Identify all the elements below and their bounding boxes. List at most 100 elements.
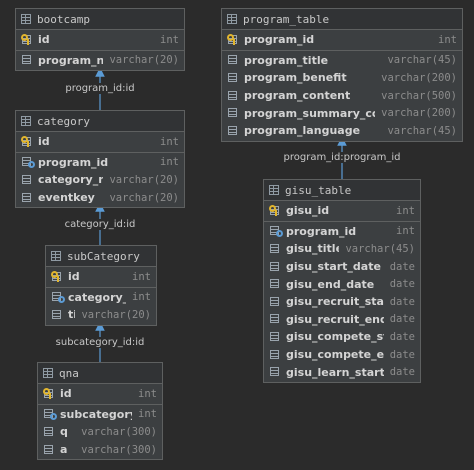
column-icon <box>269 313 283 325</box>
column-type: varchar(500) <box>381 89 457 102</box>
primary-key-section: id int <box>16 132 184 153</box>
column-name: program_id <box>286 224 357 238</box>
table-name: gisu_table <box>285 183 352 197</box>
column-row[interactable]: gisu_id int <box>264 202 420 220</box>
primary-key-section: gisu_id int <box>264 201 420 222</box>
primary-key-section: id int <box>16 30 184 51</box>
column-row[interactable]: title varchar(20) <box>46 306 156 324</box>
columns-section: category_id int title varchar(20) <box>46 288 156 325</box>
column-row[interactable]: id int <box>16 31 184 49</box>
column-row[interactable]: gisu_compete_start date <box>264 328 420 346</box>
columns-section: program_id int gisu_title varchar(45) gisu_s… <box>264 222 420 382</box>
column-row[interactable]: eventkey varchar(20) <box>16 189 184 207</box>
primary-key-icon <box>21 135 35 148</box>
table-gisu-table[interactable]: gisu_table gisu_id int program_id int gisu_ti… <box>263 179 421 383</box>
column-row[interactable]: gisu_compete_end date <box>264 346 420 364</box>
column-row[interactable]: category_name varchar(20) <box>16 171 184 189</box>
column-icon <box>21 54 35 66</box>
column-type: varchar(300) <box>81 443 157 456</box>
table-name: category <box>37 114 90 128</box>
column-type: date <box>389 366 415 379</box>
column-icon <box>51 309 65 321</box>
table-category[interactable]: category idint program_idintcategory_name v… <box>15 110 185 209</box>
table-bootcamp[interactable]: bootcamp id int program_name varchar(20) <box>15 8 185 72</box>
column-type: varchar(300) <box>81 425 157 438</box>
column-name: subcategory_id <box>60 407 132 421</box>
column-icon <box>43 444 57 456</box>
column-row[interactable]: category_id int <box>46 289 156 307</box>
column-row[interactable]: gisu_learn_start date <box>264 363 420 381</box>
table-icon <box>227 14 237 24</box>
column-icon <box>269 261 283 273</box>
table-icon <box>51 251 61 261</box>
primary-key-icon <box>269 204 283 217</box>
column-name: category_name <box>38 173 104 187</box>
column-row[interactable]: program_id int <box>264 223 420 241</box>
column-type: int <box>138 387 157 400</box>
column-row[interactable]: program_title varchar(45) <box>222 52 462 70</box>
primary-key-section: id int <box>38 384 162 405</box>
column-name: program_name <box>38 53 104 67</box>
column-icon <box>269 366 283 378</box>
table-icon <box>269 185 279 195</box>
table-header[interactable]: program_table <box>222 9 462 30</box>
column-row[interactable]: program_content varchar(500) <box>222 87 462 105</box>
column-type: date <box>389 278 415 291</box>
column-icon <box>269 296 283 308</box>
column-name: title <box>68 308 76 322</box>
column-name: program_id <box>244 33 315 47</box>
table-qna[interactable]: qna id int subcategory_id int q varchar(300) av… <box>37 362 163 461</box>
table-program-table[interactable]: program_table program_id int program_title v… <box>221 8 463 142</box>
columns-section: program_name varchar(20) <box>16 51 184 71</box>
primary-key-icon <box>51 270 65 283</box>
column-row[interactable]: program_id int <box>222 31 462 49</box>
column-row[interactable]: gisu_recruit_start date <box>264 293 420 311</box>
column-icon <box>227 54 241 66</box>
column-type: varchar(20) <box>109 173 179 186</box>
column-row[interactable]: gisu_recruit_end date <box>264 311 420 329</box>
column-row[interactable]: program_language varchar(45) <box>222 122 462 140</box>
column-row[interactable]: program_benefit varchar(200) <box>222 69 462 87</box>
table-subcategory[interactable]: subCategory id int category_id int title varch… <box>45 245 157 326</box>
column-icon <box>227 90 241 102</box>
primary-key-icon <box>43 387 57 400</box>
column-type: int <box>138 408 157 421</box>
column-name: q <box>60 425 68 439</box>
primary-key-icon <box>227 33 241 46</box>
table-header[interactable]: category <box>16 111 184 132</box>
column-row[interactable]: id int <box>16 133 184 151</box>
table-header[interactable]: qna <box>38 363 162 384</box>
column-name: a <box>60 443 68 457</box>
column-name: gisu_compete_end <box>286 348 384 362</box>
column-name: id <box>60 387 72 401</box>
column-icon <box>269 243 283 255</box>
primary-key-section: program_id int <box>222 30 462 51</box>
foreign-key-icon <box>21 156 35 169</box>
column-name: gisu_compete_start <box>286 330 384 344</box>
column-row[interactable]: program_summary_content varchar(200) <box>222 104 462 122</box>
column-name: id <box>38 33 50 47</box>
column-type: varchar(45) <box>345 242 415 255</box>
column-row[interactable]: gisu_end_date date <box>264 275 420 293</box>
column-row[interactable]: id int <box>38 385 162 403</box>
column-type: date <box>389 260 415 273</box>
column-row[interactable]: id int <box>46 268 156 286</box>
column-icon <box>21 174 35 186</box>
column-row[interactable]: a varchar(300) <box>38 441 162 459</box>
table-header[interactable]: gisu_table <box>264 180 420 201</box>
column-row[interactable]: gisu_title varchar(45) <box>264 240 420 258</box>
column-type: int <box>396 225 415 238</box>
column-icon <box>269 349 283 361</box>
column-icon <box>227 72 241 84</box>
column-type: date <box>389 295 415 308</box>
column-row[interactable]: program_id int <box>16 154 184 172</box>
column-row[interactable]: q varchar(300) <box>38 423 162 441</box>
table-name: qna <box>59 366 79 380</box>
columns-section: program_title varchar(45) program_benefit v… <box>222 51 462 141</box>
column-row[interactable]: program_name varchar(20) <box>16 52 184 70</box>
column-name: gisu_id <box>286 204 330 218</box>
column-row[interactable]: gisu_start_date date <box>264 258 420 276</box>
column-row[interactable]: subcategory_id int <box>38 406 162 424</box>
table-header[interactable]: bootcamp <box>16 9 184 30</box>
table-header[interactable]: subCategory <box>46 246 156 267</box>
